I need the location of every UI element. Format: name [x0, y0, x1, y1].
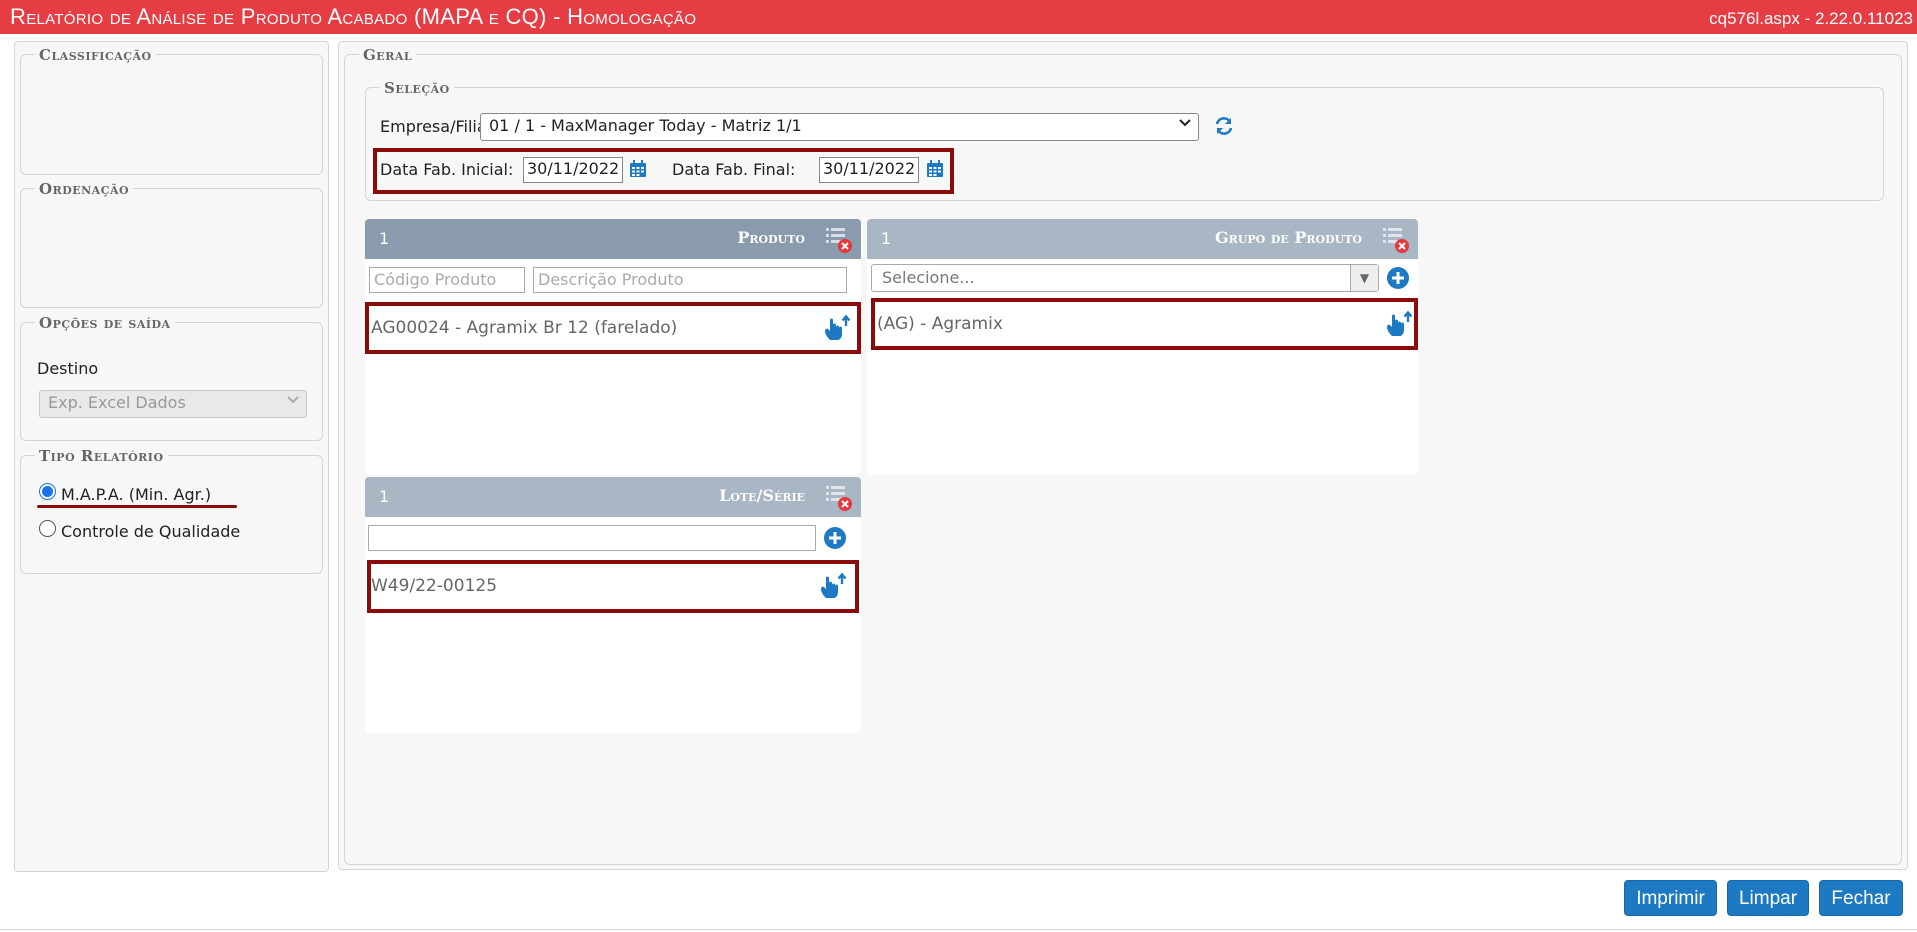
- grupo-produto-body: Selecione... ▼ (AG) - Agramix: [867, 259, 1418, 475]
- lote-serie-header: 1 Lote/Série: [365, 477, 861, 517]
- bottom-divider: [0, 929, 1917, 930]
- grupo-produto-title: Grupo de Produto: [1215, 228, 1362, 247]
- empresa-select[interactable]: 01 / 1 - MaxManager Today - Matriz 1/1: [480, 113, 1199, 141]
- geral-legend: Geral: [359, 46, 417, 64]
- main-panel: Geral Seleção Empresa/Filial: 01 / 1 - M…: [338, 41, 1908, 870]
- produto-body: Código Produto Descrição Produto AG00024…: [365, 259, 861, 474]
- limpar-button[interactable]: Limpar: [1727, 880, 1809, 916]
- classificacao-legend: Classificação: [35, 46, 156, 64]
- tipo-relatorio-legend: Tipo Relatório: [35, 447, 168, 465]
- ordenacao-legend: Ordenação: [35, 180, 134, 198]
- page-title: Relatório de Análise de Produto Acabado …: [10, 4, 697, 29]
- version-label: cq576l.aspx - 2.22.0.11023: [1709, 9, 1913, 28]
- produto-highlight-box: [365, 302, 861, 354]
- lote-serie-highlight-box: [367, 560, 859, 613]
- produto-header: 1 Produto: [365, 219, 861, 259]
- left-panel: Classificação Ordenação Opções de saída …: [14, 41, 329, 872]
- radio-mapa[interactable]: [39, 483, 56, 500]
- clear-list-icon[interactable]: [1380, 224, 1410, 254]
- destino-value: Exp. Excel Dados: [48, 393, 186, 412]
- radio-mapa-label: M.A.P.A. (Min. Agr.): [61, 485, 212, 504]
- selecao-legend: Seleção: [380, 79, 454, 97]
- add-icon[interactable]: [823, 526, 847, 550]
- fechar-button[interactable]: Fechar: [1819, 880, 1903, 916]
- lote-serie-input[interactable]: [368, 525, 816, 551]
- dropdown-arrow-icon[interactable]: ▼: [1350, 265, 1378, 291]
- mapa-underline: [37, 505, 237, 508]
- radio-controle-qualidade[interactable]: [39, 520, 56, 537]
- selecao-fieldset: Seleção Empresa/Filial: 01 / 1 - MaxMana…: [365, 79, 1884, 201]
- destino-label: Destino: [37, 359, 99, 378]
- clear-list-icon[interactable]: [823, 224, 853, 254]
- empresa-value: 01 / 1 - MaxManager Today - Matriz 1/1: [489, 116, 802, 135]
- radio-controle-qualidade-label: Controle de Qualidade: [61, 522, 241, 541]
- chevron-down-icon: [286, 393, 300, 411]
- descricao-produto-input[interactable]: Descrição Produto: [533, 267, 847, 293]
- codigo-produto-input[interactable]: Código Produto: [369, 267, 525, 293]
- opcoes-saida-fieldset: Opções de saída Destino Exp. Excel Dados: [20, 314, 323, 441]
- grupo-produto-select[interactable]: Selecione... ▼: [871, 264, 1379, 292]
- grupo-produto-count: 1: [881, 229, 892, 248]
- clear-list-icon[interactable]: [823, 482, 853, 512]
- tipo-relatorio-fieldset: Tipo Relatório M.A.P.A. (Min. Agr.) Cont…: [20, 447, 323, 574]
- geral-fieldset: Geral Seleção Empresa/Filial: 01 / 1 - M…: [344, 46, 1902, 865]
- lote-serie-count: 1: [379, 487, 390, 506]
- imprimir-button[interactable]: Imprimir: [1624, 880, 1717, 916]
- add-icon[interactable]: [1386, 266, 1410, 290]
- chevron-down-icon: [1178, 116, 1192, 134]
- produto-title: Produto: [737, 228, 805, 247]
- ordenacao-fieldset: Ordenação: [20, 180, 323, 308]
- grupo-produto-header: 1 Grupo de Produto: [867, 219, 1418, 259]
- produto-count: 1: [379, 229, 390, 248]
- empresa-label: Empresa/Filial:: [380, 117, 497, 136]
- lote-serie-body: W49/22-00125: [365, 517, 861, 733]
- title-bar: Relatório de Análise de Produto Acabado …: [0, 0, 1917, 34]
- classificacao-fieldset: Classificação: [20, 46, 323, 175]
- grupo-produto-highlight-box: [871, 298, 1418, 350]
- opcoes-saida-legend: Opções de saída: [35, 314, 175, 332]
- refresh-icon[interactable]: [1213, 115, 1235, 137]
- date-highlight-box: [373, 148, 954, 194]
- lote-serie-title: Lote/Série: [719, 486, 805, 505]
- destino-select[interactable]: Exp. Excel Dados: [39, 390, 307, 418]
